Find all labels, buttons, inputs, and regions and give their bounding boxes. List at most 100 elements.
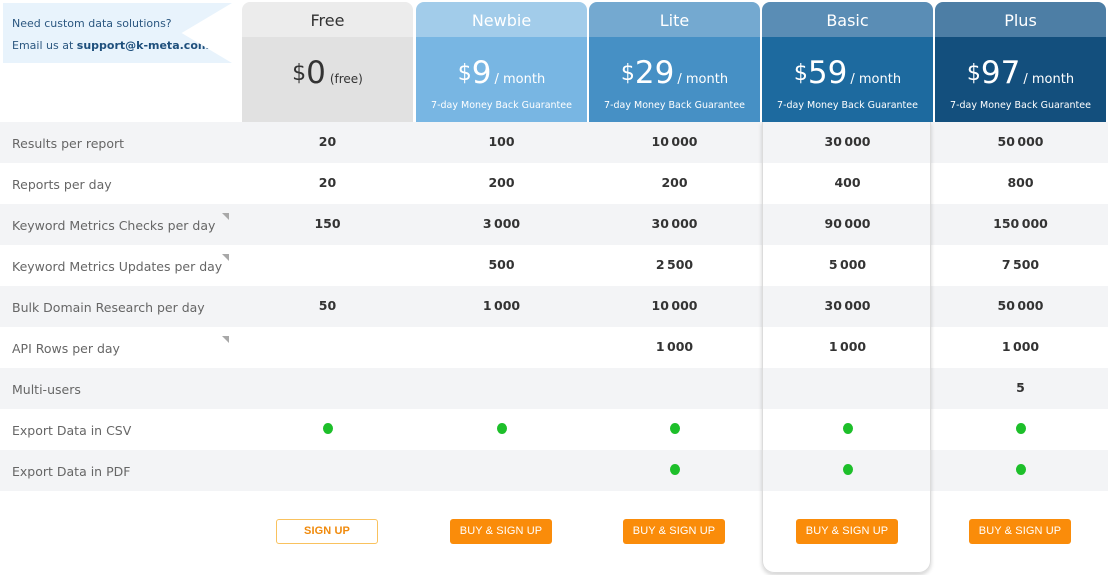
feature-cell-free: 20 — [242, 122, 413, 163]
feature-cell-basic — [762, 409, 933, 450]
feature-row: Reports per day 20 200 200 400 800 — [0, 163, 1108, 204]
price-amount: 97 — [980, 55, 1021, 91]
feature-cell-plus: 150 000 — [935, 204, 1106, 245]
check-dot-icon — [842, 463, 853, 475]
check-dot-icon — [496, 422, 507, 434]
buy-sign-up-button-lite[interactable]: BUY & SIGN UP — [623, 519, 725, 544]
plan-header-newbie: Newbie $9/ month 7-day Money Back Guarante… — [416, 2, 587, 122]
price-period: / month — [494, 72, 546, 87]
feature-row: Keyword Metrics Checks per day 150 3 000 30… — [0, 204, 1108, 245]
feature-label: Export Data in CSV — [12, 423, 132, 438]
buy-sign-up-button-plus[interactable]: BUY & SIGN UP — [969, 519, 1071, 544]
money-back-guarantee: 7-day Money Back Guarantee — [950, 100, 1091, 111]
feature-row: Bulk Domain Research per day 50 1 000 10 00… — [0, 286, 1108, 327]
price-line: $29/ month — [589, 55, 760, 91]
plan-price-box: $59/ month 7-day Money Back Guarantee — [762, 37, 933, 122]
plan-name: Plus — [935, 2, 1106, 37]
feature-cell-free: 20 — [242, 163, 413, 204]
plan-price-box: $0 (free) — [242, 37, 413, 122]
feature-value: 7 500 — [1001, 257, 1040, 272]
check-dot-icon — [669, 463, 680, 475]
feature-cell-basic — [762, 450, 933, 491]
price-line: $9/ month — [416, 55, 587, 91]
plan-name: Newbie — [416, 2, 587, 37]
feature-cell-plus — [935, 450, 1106, 491]
promo-line2: Email us at support@k-meta.com — [12, 35, 232, 57]
price-amount: 9 — [471, 55, 492, 91]
feature-value: 20 — [318, 175, 337, 190]
feature-cell-free: 150 — [242, 204, 413, 245]
plan-name: Basic — [762, 2, 933, 37]
feature-value: 150 000 — [993, 216, 1048, 231]
feature-value: 30 000 — [824, 298, 871, 313]
feature-cell-lite: 200 — [589, 163, 760, 204]
feature-value: 3 000 — [482, 216, 521, 231]
feature-value: 1 000 — [828, 339, 867, 354]
plan-header-free: Free $0 (free) — [242, 2, 413, 122]
feature-row: Export Data in CSV — [0, 409, 1108, 450]
feature-cell-plus: 7 500 — [935, 245, 1106, 286]
feature-value: 30 000 — [651, 216, 698, 231]
feature-label: API Rows per day — [12, 341, 120, 356]
feature-cell-basic: 400 — [762, 163, 933, 204]
sign-up-button-free[interactable]: SIGN UP — [276, 519, 378, 544]
feature-cell-basic: 30 000 — [762, 286, 933, 327]
feature-value: 400 — [834, 175, 861, 190]
feature-cell-newbie: 3 000 — [416, 204, 587, 245]
price-line: $59/ month — [762, 55, 933, 91]
price-amount: 29 — [634, 55, 675, 91]
feature-cell-free: 50 — [242, 286, 413, 327]
feature-value: 100 — [488, 134, 515, 149]
feature-cell-basic: 90 000 — [762, 204, 933, 245]
feature-cell-plus: 800 — [935, 163, 1106, 204]
feature-cell-lite — [589, 409, 760, 450]
info-tooltip-icon[interactable] — [222, 336, 229, 343]
feature-label: Export Data in PDF — [12, 464, 131, 479]
feature-cell-free — [242, 450, 413, 491]
info-tooltip-icon[interactable] — [222, 213, 229, 220]
info-tooltip-icon[interactable] — [222, 254, 229, 261]
feature-value: 50 — [318, 298, 337, 313]
feature-value: 1 000 — [482, 298, 521, 313]
feature-label: Reports per day — [12, 177, 112, 192]
feature-cell-lite: 10 000 — [589, 122, 760, 163]
feature-value: 5 000 — [828, 257, 867, 272]
feature-cell-lite: 2 500 — [589, 245, 760, 286]
feature-label: Bulk Domain Research per day — [12, 300, 205, 315]
feature-value: 20 — [318, 134, 337, 149]
plan-header-lite: Lite $29/ month 7-day Money Back Guarantee — [589, 2, 760, 122]
feature-row: API Rows per day 1 000 1 000 1 000 — [0, 327, 1108, 368]
feature-cell-newbie: 200 — [416, 163, 587, 204]
feature-cell-plus: 5 — [935, 368, 1106, 409]
feature-value: 10 000 — [651, 134, 698, 149]
feature-value: 2 500 — [655, 257, 694, 272]
buy-sign-up-button-newbie[interactable]: BUY & SIGN UP — [450, 519, 552, 544]
feature-cell-basic: 1 000 — [762, 327, 933, 368]
feature-value: 150 — [314, 216, 341, 231]
promo-line2-prefix: Email us at — [12, 39, 77, 52]
feature-value: 500 — [488, 257, 515, 272]
check-dot-icon — [669, 422, 680, 434]
feature-cell-basic: 30 000 — [762, 122, 933, 163]
feature-value: 10 000 — [651, 298, 698, 313]
feature-row: Export Data in PDF — [0, 450, 1108, 491]
feature-cell-newbie — [416, 327, 587, 368]
price-currency: $ — [292, 61, 307, 86]
feature-cell-lite — [589, 450, 760, 491]
feature-cell-free — [242, 409, 413, 450]
feature-value: 50 000 — [997, 298, 1044, 313]
price-line: $0 (free) — [242, 55, 413, 91]
feature-row: Multi-users 5 — [0, 368, 1108, 409]
plan-price-box: $9/ month 7-day Money Back Guarantee — [416, 37, 587, 122]
feature-row: Results per report 20 100 10 000 30 000 50 00… — [0, 122, 1108, 163]
plan-header-basic: Basic $59/ month 7-day Money Back Guarante… — [762, 2, 933, 122]
feature-value: 200 — [488, 175, 515, 190]
feature-cell-plus: 50 000 — [935, 286, 1106, 327]
feature-value: 200 — [661, 175, 688, 190]
support-email-link[interactable]: support@k-meta.com — [77, 39, 210, 52]
feature-value: 5 — [1016, 380, 1025, 395]
feature-row: Keyword Metrics Updates per day 500 2 500 5… — [0, 245, 1108, 286]
buy-sign-up-button-basic[interactable]: BUY & SIGN UP — [796, 519, 898, 544]
plan-price-box: $29/ month 7-day Money Back Guarantee — [589, 37, 760, 122]
check-dot-icon — [322, 422, 333, 434]
